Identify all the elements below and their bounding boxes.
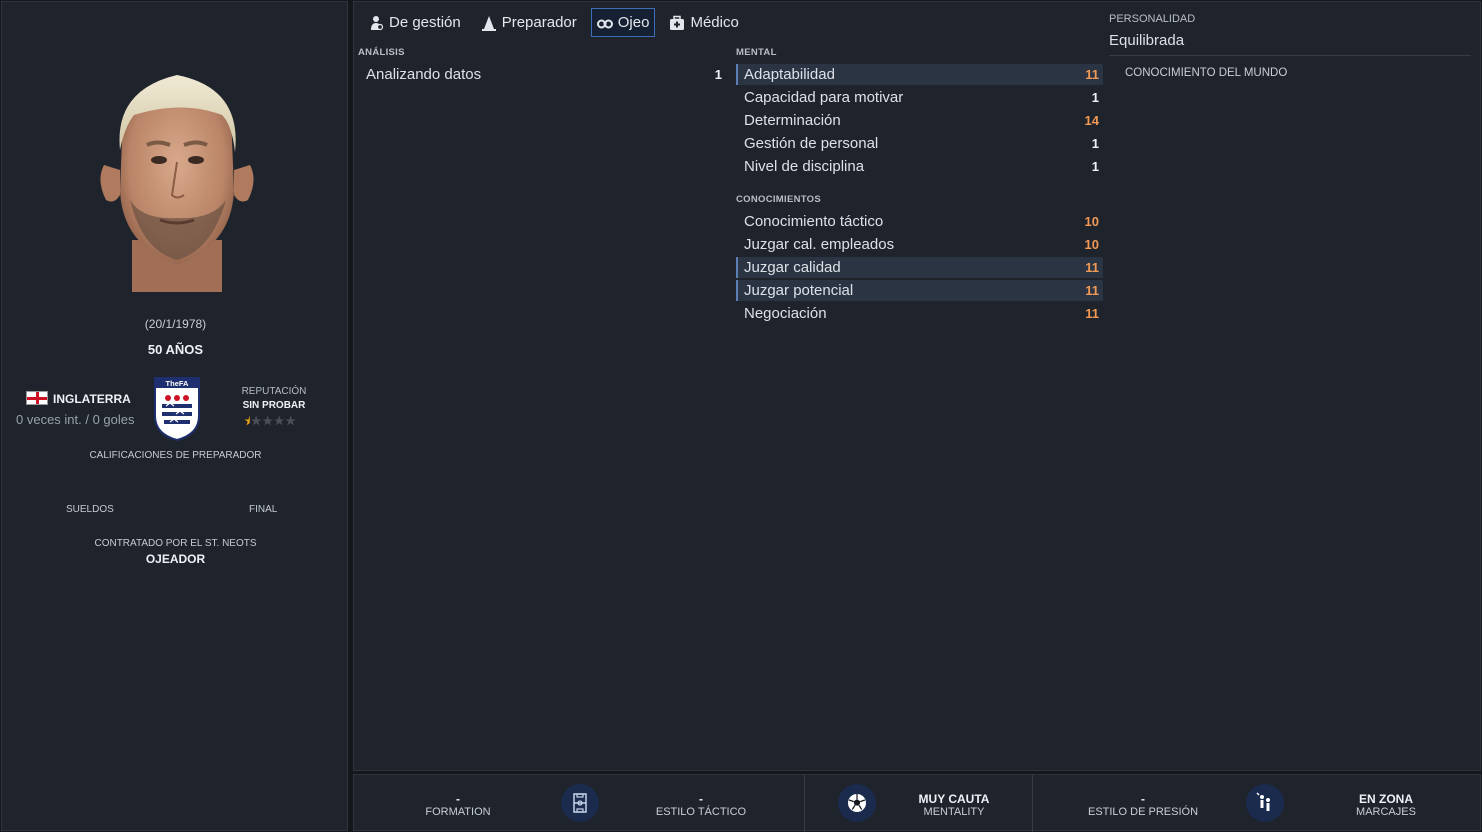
marking-players-icon [1246,784,1284,822]
medical-kit-icon [670,15,685,30]
mental-heading: MENTAL [736,47,777,58]
cone-icon [481,15,496,31]
attribute-row-motivating[interactable]: Capacidad para motivar 1 [736,87,1103,108]
separator [804,775,805,832]
tab-label: Preparador [501,14,577,31]
attribute-label: Adaptabilidad [744,66,835,83]
coach-ratings-label: CALIFICACIONES DE PREPARADOR [89,450,262,461]
attribute-row-man-management[interactable]: Gestión de personal 1 [736,133,1103,154]
staff-role: OJEADOR [145,552,206,566]
attribute-row-adaptability[interactable]: Adaptabilidad 11 [736,64,1103,85]
tab-label: Ojeo [617,14,650,31]
pressing-style-label: ESTILO DE PRESIÓN [1087,806,1199,818]
attribute-tabs: De gestión Preparador Ojeo Médico [362,8,745,38]
world-knowledge-label: CONOCIMIENTO DEL MUNDO [1125,67,1288,79]
attribute-label: Juzgar calidad [744,259,841,276]
formation-item[interactable]: - FORMATION [398,792,518,818]
national-federation-crest-icon[interactable]: TheFA [152,376,202,442]
wages-label: SUELDOS [66,504,114,515]
tab-scouting[interactable]: Ojeo [590,8,656,37]
attribute-row-tactical-knowledge[interactable]: Conocimiento táctico 10 [736,211,1103,232]
tab-medical[interactable]: Médico [663,8,744,37]
attribute-value: 11 [1085,67,1099,82]
pressing-style-item[interactable]: - ESTILO DE PRESIÓN [1078,792,1208,818]
crest-text: TheFA [166,379,190,388]
tab-label: De gestión [389,14,461,31]
attribute-value: 1 [1091,159,1099,174]
attribute-value: 10 [1084,237,1099,252]
tactical-preferences-bar: - FORMATION - ESTILO TÁCTICO MUY CAUTA M… [353,774,1481,832]
personality-label: PERSONALIDAD [1109,13,1196,25]
analysis-heading: ANÁLISIS [358,47,405,58]
attributes-panel: De gestión Preparador Ojeo Médico ANÁLIS… [353,1,1481,771]
tab-coach[interactable]: Preparador [475,8,583,37]
date-of-birth: (20/1/1978) [144,317,207,331]
attribute-label: Determinación [744,112,841,129]
england-flag-icon [26,391,48,405]
tactical-style-item[interactable]: - ESTILO TÁCTICO [641,792,761,818]
age: 50 AÑOS [147,342,204,357]
attribute-label: Juzgar potencial [744,282,854,299]
tab-management[interactable]: De gestión [362,8,467,37]
personality-value: Equilibrada [1109,32,1185,49]
attribute-label: Juzgar cal. empleados [744,236,895,253]
attribute-label: Analizando datos [366,66,482,83]
separator [1032,775,1033,832]
attribute-row-negotiating[interactable]: Negociación 11 [736,303,1103,324]
attribute-row-determination[interactable]: Determinación 14 [736,110,1103,131]
reputation-value: SIN PROBAR [242,400,306,411]
attribute-row-analizing-data[interactable]: Analizando datos 1 [358,64,726,85]
reputation-stars: ⯨★★★★ [244,414,297,428]
attribute-label: Capacidad para motivar [744,89,904,106]
attribute-label: Nivel de disciplina [744,158,865,175]
attribute-label: Negociación [744,305,827,322]
final-label: FINAL [249,504,278,515]
marking-label: MARCAJES [1356,806,1416,818]
mentality-label: MENTALITY [923,806,985,818]
hired-by: CONTRATADO POR EL ST. NEOTS [94,538,257,549]
attribute-value: 11 [1085,283,1099,298]
knowledge-heading: CONOCIMIENTOS [736,194,822,205]
football-icon [838,784,876,822]
attribute-row-judging-ability[interactable]: Juzgar calidad 11 [736,257,1103,278]
pressing-style-value: - [1141,792,1145,806]
attribute-value: 10 [1084,214,1099,229]
reputation-label: REPUTACIÓN [241,386,307,397]
binoculars-icon [596,19,613,28]
marking-value: EN ZONA [1359,792,1413,806]
profile-panel: (20/1/1978) 50 AÑOS INGLATERRA 0 veces i… [1,1,348,831]
pitch-icon [561,784,599,822]
tactical-style-label: ESTILO TÁCTICO [655,806,747,818]
tab-label: Médico [690,14,739,31]
marking-item[interactable]: EN ZONA MARCAJES [1326,792,1446,818]
attribute-label: Gestión de personal [744,135,879,152]
attribute-value: 11 [1085,306,1099,321]
staff-face-image [92,70,262,292]
attribute-value: 1 [1091,136,1099,151]
formation-label: FORMATION [425,806,491,818]
formation-value: - [456,792,460,806]
mentality-item[interactable]: MUY CAUTA MENTALITY [894,792,1014,818]
attribute-row-judging-potential[interactable]: Juzgar potencial 11 [736,280,1103,301]
nationality[interactable]: INGLATERRA [53,392,131,406]
half-star-icon: ⯨ [244,414,251,428]
attribute-value: 14 [1084,113,1099,128]
divider [1109,55,1471,56]
manager-icon [371,15,384,30]
attribute-label: Conocimiento táctico [744,213,884,230]
attribute-value: 1 [714,67,722,82]
international-caps: 0 veces int. / 0 goles [16,412,135,427]
mentality-value: MUY CAUTA [918,792,990,806]
attribute-row-discipline[interactable]: Nivel de disciplina 1 [736,156,1103,177]
attribute-row-judging-staff[interactable]: Juzgar cal. empleados 10 [736,234,1103,255]
tactical-style-value: - [699,792,703,806]
attribute-value: 1 [1091,90,1099,105]
attribute-value: 11 [1085,260,1099,275]
